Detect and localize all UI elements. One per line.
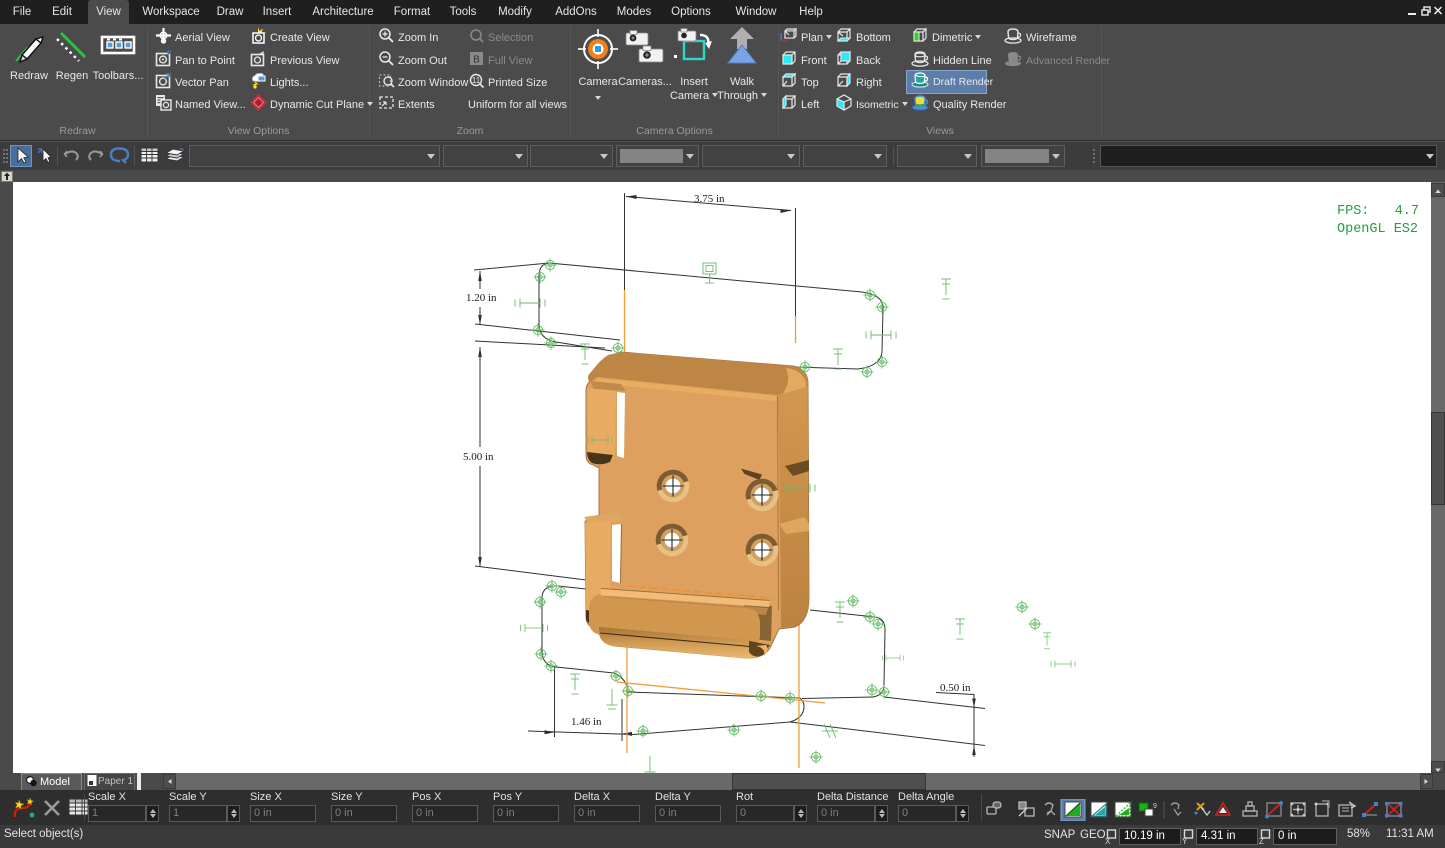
svg-text:1.20 in: 1.20 in <box>466 292 497 304</box>
svg-text:FPS:: FPS: <box>1337 204 1369 219</box>
svg-text:0.50 in: 0.50 in <box>940 682 971 694</box>
svg-text:X: X <box>1105 837 1111 845</box>
svg-text:1.46 in: 1.46 in <box>571 716 602 728</box>
svg-text:B: B <box>473 55 480 66</box>
svg-text:4.7: 4.7 <box>1395 204 1419 219</box>
svg-text:Z: Z <box>1259 837 1264 845</box>
svg-text:9: 9 <box>1153 803 1157 810</box>
svg-text:5.00 in: 5.00 in <box>463 451 494 463</box>
svg-text:Y: Y <box>1182 837 1188 845</box>
svg-text:3.75 in: 3.75 in <box>694 193 725 205</box>
svg-text:11: 11 <box>472 76 481 85</box>
svg-text:OpenGL ES2: OpenGL ES2 <box>1337 222 1418 237</box>
